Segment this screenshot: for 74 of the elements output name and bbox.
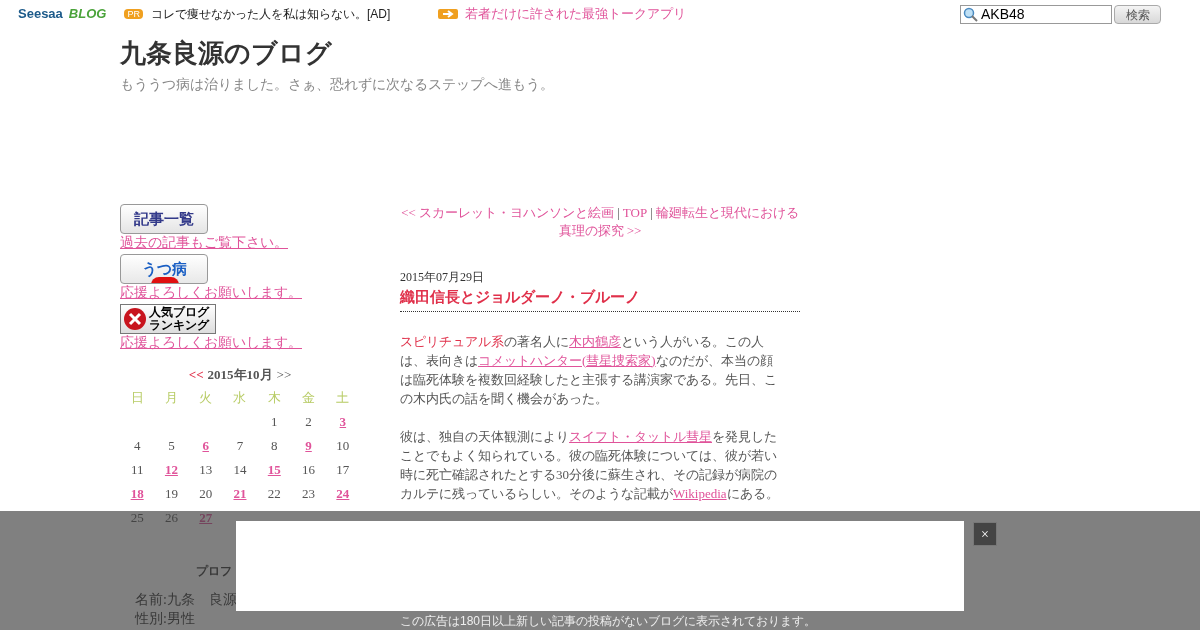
post-paragraph: スピリチュアル系の著名人に木内鶴彦という人がいる。この人は、表向きは コメットハンター(彗星捜索家)なのだが、本当の顔は臨死体験を複数回経験したと主張する講演家である。先日、この木内氏の話を聞く機会があった。: [400, 332, 778, 408]
calendar-day: 7: [222, 434, 258, 458]
post-nav-link[interactable]: << スカーレット・ヨハンソンと絵画: [401, 205, 615, 220]
post-paragraph: 彼は、独自の天体観測により スイフト・タットル彗星を発見したことでもよく知られている。彼の臨死体験については、彼が若い時に死亡確認されたとする30分後に蘇生され、その記録が病院のカルテに残っているらしい。そのような記載がWikipediaにある。: [400, 427, 780, 503]
inline-link[interactable]: スイフト・タットル彗星: [569, 428, 712, 444]
post-date: 2015年07月29日: [400, 269, 485, 286]
calendar-day: 23: [291, 482, 326, 506]
site-logo[interactable]: Seesaa BLOG: [18, 4, 107, 24]
ranking-logo-icon: [123, 307, 147, 331]
search-button[interactable]: 検索: [1114, 4, 1161, 24]
calendar-day-link[interactable]: 12: [154, 458, 189, 482]
calendar-day: 4: [120, 434, 155, 458]
weekday-label: 木: [266, 389, 282, 407]
calendar-day: 1: [257, 410, 292, 434]
ad-link[interactable]: コレで痩せなかった人を私は知らない。[AD]: [150, 5, 391, 23]
calendar-day: 10: [325, 434, 360, 458]
previous-month-link[interactable]: <<: [188, 365, 204, 385]
ranking-banner[interactable]: 人気ブログ ランキング: [120, 304, 216, 334]
article-list-banner[interactable]: 記事一覧: [120, 204, 208, 234]
ranking-banner-label: ランキング: [149, 319, 209, 332]
weekday-label: 水: [232, 389, 248, 407]
pr-badge: PR: [124, 9, 143, 19]
calendar-day: 19: [154, 482, 189, 506]
calendar-day: 16: [291, 458, 326, 482]
calendar-day-link[interactable]: 3: [325, 410, 360, 434]
calendar-day: 17: [325, 458, 360, 482]
inline-link[interactable]: Wikipedia: [673, 485, 727, 501]
inline-link[interactable]: 木内鶴彦: [569, 333, 621, 349]
calendar-day-link[interactable]: 24: [325, 482, 360, 506]
calendar-day: 26: [154, 506, 189, 530]
calendar-day-link[interactable]: 15: [257, 458, 292, 482]
calendar-day: 25: [120, 506, 155, 530]
calendar-day-link[interactable]: 6: [188, 434, 223, 458]
calendar-day: 8: [257, 434, 292, 458]
calendar-day-link[interactable]: 27: [188, 506, 223, 530]
blog-title[interactable]: 九条良源のブログ: [120, 36, 1200, 70]
profile-line: 名前:九条 良源: [135, 591, 237, 609]
calendar-day: 22: [257, 482, 292, 506]
close-button[interactable]: ×: [973, 522, 997, 546]
calendar-day: 14: [222, 458, 258, 482]
post-title[interactable]: 織田信長とジョルダーノ・ブルーノ: [400, 286, 800, 312]
calendar-month-title: 2015年10月: [207, 366, 273, 385]
banner-caption-link[interactable]: 応援よろしくお願いします。: [120, 284, 302, 302]
calendar-day: 2: [291, 410, 326, 434]
calendar-day: 11: [120, 458, 155, 482]
calendar-day: 20: [188, 482, 223, 506]
profile-line: 性別:男性: [135, 610, 195, 628]
calendar-day-link[interactable]: 21: [222, 482, 258, 506]
depression-banner[interactable]: うつ病: [120, 254, 208, 284]
weekday-label: 月: [163, 389, 179, 407]
weekday-label: 金: [301, 389, 317, 407]
nav-separator: |: [617, 205, 620, 220]
search-field[interactable]: AKB48: [960, 4, 1112, 24]
blog-tagline: もううつ病は治りました。さぁ、恐れずに次なるステップへ進もう。: [120, 75, 555, 94]
weekday-label: 日: [129, 389, 145, 407]
post-nav-link[interactable]: TOP: [622, 205, 648, 220]
post-nav-link[interactable]: 輪廻転生と現代における: [655, 205, 799, 220]
ranking-banner-label: 人気ブログ: [149, 306, 209, 319]
next-month-link[interactable]: >>: [276, 365, 292, 385]
banner-caption-link[interactable]: 過去の記事もご覧下さい。: [120, 234, 288, 252]
post-nav-link[interactable]: 真理の探究 >>: [558, 223, 642, 238]
weekday-label: 土: [335, 389, 351, 407]
ad-notice: この広告は180日以上新しい記事の投稿がないブログに表示されております。: [400, 613, 817, 630]
inline-link[interactable]: コメットハンター(彗星捜索家): [478, 352, 656, 368]
calendar-day: 13: [188, 458, 223, 482]
calendar-day-link[interactable]: 18: [120, 482, 155, 506]
weekday-label: 火: [198, 389, 214, 407]
calendar-day-link[interactable]: 9: [291, 434, 326, 458]
profile-heading: プロフ: [196, 563, 232, 580]
calendar-day: 5: [154, 434, 189, 458]
search-icon: [963, 6, 978, 22]
banner-caption-link[interactable]: 応援よろしくお願いします。: [120, 334, 302, 352]
promo-link[interactable]: 若者だけに許された最強トークアプリ: [465, 4, 687, 24]
nav-separator: |: [650, 205, 653, 220]
